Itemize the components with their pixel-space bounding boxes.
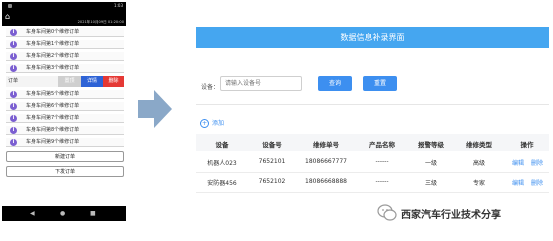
app-bar: ⌂ 2021年10月09日 01:20:00	[2, 10, 126, 26]
list-item-label: 车身车间第7个维修订单	[26, 115, 80, 121]
info-icon: i	[10, 91, 17, 98]
app-datetime: 2021年10月09日 01:20:00	[77, 20, 124, 24]
arrow-right-icon	[138, 90, 172, 128]
cell-order-no: 18086668888	[305, 178, 347, 185]
cell-level: 三级	[424, 180, 438, 187]
list-item[interactable]: i 车身车间第6个维修订单	[6, 102, 124, 111]
column-header: 产品名称	[369, 141, 395, 149]
pin-button[interactable]: 置顶	[58, 76, 81, 87]
cell-order-no: 18086667777	[305, 158, 347, 165]
watermark-text: 西家汽车行业技术分享	[401, 210, 501, 221]
list-item[interactable]: i 车身车间第3个维修订单	[6, 64, 124, 73]
divider	[196, 104, 549, 105]
table-row: 安防器456 7652102 18086668888 ------ 三级 专家 …	[196, 173, 549, 193]
row-divider	[196, 192, 549, 193]
column-header: 维修单号	[313, 141, 339, 149]
info-icon: i	[10, 65, 17, 72]
info-icon: i	[10, 29, 17, 36]
wechat-icon	[377, 204, 397, 221]
edit-link[interactable]: 编辑	[512, 158, 524, 167]
order-list-screen: i 车身车间第0个维修订单 i 车身车间第1个维修订单 i 车身车间第2个维修订…	[2, 26, 126, 206]
list-item-label: 车身车间第8个维修订单	[26, 127, 80, 133]
query-button[interactable]: 查询	[318, 76, 352, 91]
list-item[interactable]: i 车身车间第8个维修订单	[6, 126, 124, 135]
back-icon[interactable]: ◀	[30, 210, 35, 217]
table-header: 设备 设备号 维修单号 产品名称 报警等级 维修类型 操作	[196, 134, 549, 151]
list-item[interactable]: i 车身车间第5个维修订单	[6, 90, 124, 99]
list-item[interactable]: i 车身车间第0个维修订单	[6, 28, 124, 37]
column-header: 设备号	[262, 141, 282, 149]
list-item[interactable]: i 车身车间第9个维修订单	[6, 138, 124, 147]
add-button[interactable]: + 添加	[200, 118, 224, 128]
phone-mockup: 1:03 ⌂ 2021年10月09日 01:20:00 i 车身车间第0个维修订…	[2, 2, 126, 221]
status-bar: 1:03	[2, 2, 126, 10]
recents-icon[interactable]: ■	[90, 210, 96, 217]
cell-level: 一级	[424, 160, 438, 167]
home-icon[interactable]: ⌂	[5, 13, 10, 21]
add-label: 添加	[212, 120, 225, 127]
edit-link[interactable]: 编辑	[512, 178, 524, 187]
column-header: 设备	[215, 141, 229, 149]
reset-button[interactable]: 重置	[363, 76, 397, 91]
cell-device-no: 7652101	[258, 158, 286, 165]
info-icon: i	[10, 41, 17, 48]
list-item-label: 车身车间第6个维修订单	[26, 103, 80, 109]
delete-link[interactable]: 删除	[531, 178, 543, 187]
delete-link[interactable]: 删除	[531, 158, 543, 167]
list-item[interactable]: i 车身车间第1个维修订单	[6, 40, 124, 49]
list-item-label: 车身车间第5个维修订单	[26, 91, 80, 97]
table-row: 机器人023 7652101 18086667777 ------ 一级 高级 …	[196, 152, 549, 172]
list-item-label: 订单	[8, 78, 19, 84]
column-header: 操作	[520, 141, 534, 149]
column-header: 报警等级	[418, 141, 444, 149]
cell-type: 高级	[472, 160, 486, 167]
list-item[interactable]: i 车身车间第2个维修订单	[6, 52, 124, 61]
swiped-list-item[interactable]: 订单 置顶 详情 删除	[6, 76, 124, 87]
cell-product: ------	[375, 158, 389, 165]
plus-icon: +	[200, 119, 209, 128]
android-nav-bar: ◀ ● ■	[2, 206, 126, 221]
home-nav-icon[interactable]: ●	[60, 210, 65, 217]
info-icon: i	[10, 53, 17, 60]
list-item[interactable]: i 车身车间第7个维修订单	[6, 114, 124, 123]
cell-device: 安防器456	[207, 180, 237, 187]
cell-device: 机器人023	[207, 160, 237, 167]
camera-icon	[8, 4, 12, 8]
list-item-label: 车身车间第9个维修订单	[26, 139, 80, 145]
delete-button[interactable]: 删除	[103, 76, 124, 87]
page-title: 数据信息补录界面	[196, 27, 549, 48]
device-search-input[interactable]	[220, 76, 302, 91]
detail-button[interactable]: 详情	[81, 76, 103, 87]
list-item-label: 车身车间第2个维修订单	[26, 53, 80, 59]
new-order-button[interactable]: 新建订单	[6, 151, 124, 162]
cell-product: ------	[375, 178, 389, 185]
list-item-label: 车身车间第1个维修订单	[26, 41, 80, 47]
list-item-label: 车身车间第3个维修订单	[26, 65, 80, 71]
status-time: 1:03	[114, 3, 123, 8]
column-header: 维修类型	[466, 141, 492, 149]
info-icon: i	[10, 127, 17, 134]
cell-device-no: 7652102	[258, 178, 286, 185]
device-label: 设备：	[201, 84, 220, 91]
list-item-label: 车身车间第0个维修订单	[26, 29, 80, 35]
cell-type: 专家	[472, 180, 486, 187]
info-icon: i	[10, 139, 17, 146]
info-icon: i	[10, 115, 17, 122]
download-order-button[interactable]: 下发订单	[6, 166, 124, 177]
info-icon: i	[10, 103, 17, 110]
